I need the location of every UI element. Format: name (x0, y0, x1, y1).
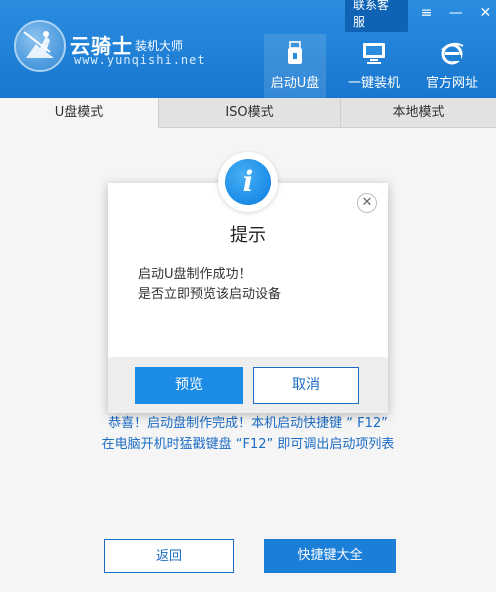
prompt-dialog: 提示 启动U盘制作成功！ 是否立即预览该启动设备 ✕ 预览 取消 (108, 183, 388, 413)
info-icon: i (225, 159, 271, 205)
menu-icon[interactable]: ≡ (416, 5, 437, 21)
congrats-message: 恭喜！启动盘制作完成！本机启动快捷键 “ F12” (108, 416, 388, 431)
nav-item-usb[interactable]: 启动U盘 (264, 34, 326, 98)
close-window-icon[interactable]: ✕ (475, 5, 496, 21)
dialog-message-line: 启动U盘制作成功！ (138, 267, 252, 282)
window-controls: 联系客服 ≡ — ✕ (345, 0, 496, 32)
back-button[interactable]: 返回 (104, 539, 234, 573)
usb-icon (288, 41, 302, 64)
close-dialog-icon[interactable]: ✕ (357, 193, 377, 213)
hotkey-instruction: 在电脑开机时猛戳键盘 “F12” 即可调出启动项列表 (101, 437, 395, 452)
dialog-message-line: 是否立即预览该启动设备 (138, 287, 282, 302)
nav-item-label: 一键装机 (347, 76, 400, 91)
ie-browser-icon (441, 42, 464, 65)
dialog-title: 提示 (230, 225, 266, 246)
dialog-message: 启动U盘制作成功！ 是否立即预览该启动设备 (138, 265, 281, 305)
minimize-icon[interactable]: — (445, 5, 466, 21)
knight-logo-icon (14, 20, 66, 72)
nav-item-label: 启动U盘 (270, 76, 320, 91)
contact-service-button[interactable]: 联系客服 (345, 0, 408, 32)
cancel-button[interactable]: 取消 (253, 367, 359, 404)
preview-button[interactable]: 预览 (135, 367, 243, 404)
brand-subtitle: 装机大师 (135, 39, 184, 53)
info-badge: i (218, 152, 278, 212)
nav-item-install[interactable]: 一键装机 (343, 34, 405, 98)
nav-item-website[interactable]: 官方网址 (421, 34, 483, 98)
nav-item-label: 官方网址 (425, 76, 478, 91)
app-header: 云骑士 装机大师 www.yunqishi.net 联系客服 ≡ — ✕ 启动U盘… (0, 0, 496, 98)
hotkey-list-button[interactable]: 快捷键大全 (264, 539, 396, 573)
monitor-icon (363, 43, 385, 64)
brand-url: www.yunqishi.net (74, 53, 206, 67)
